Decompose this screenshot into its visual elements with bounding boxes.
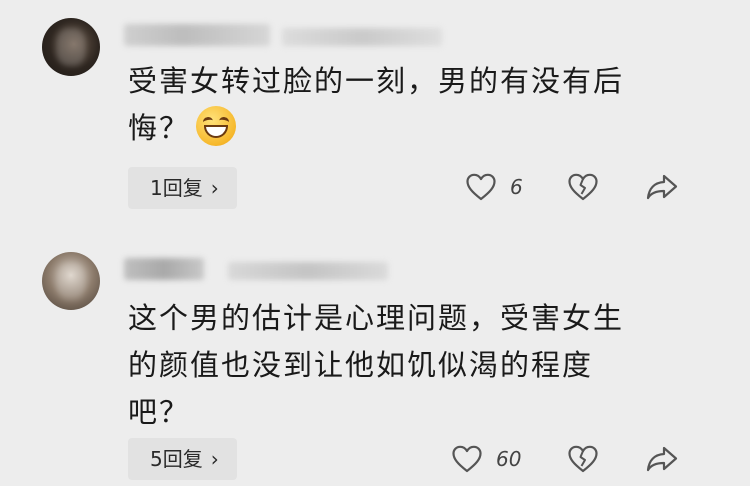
like-count: 6 — [510, 175, 523, 199]
meta-blurred — [228, 262, 388, 280]
dislike-button[interactable] — [568, 445, 598, 473]
avatar-blur — [56, 28, 86, 66]
comment-item: 这个男的估计是心理问题，受害女生 的颜值也没到让他如饥似渴的程度 吧？ 5回复 ›… — [0, 240, 750, 486]
comment-line-text: 悔？ — [128, 111, 191, 145]
chevron-right-icon: › — [210, 176, 219, 200]
like-button[interactable]: 60 — [452, 445, 521, 473]
laughing-emoji-icon — [196, 106, 237, 146]
comment-line: 受害女转过脸的一刻，男的有没有后 — [128, 64, 625, 98]
user-avatar[interactable] — [42, 252, 100, 310]
reply-count-label: 1回复 — [150, 176, 203, 200]
avatar-blur — [56, 262, 86, 300]
reply-count-label: 5回复 — [150, 447, 203, 471]
username-blurred[interactable] — [124, 24, 270, 46]
view-replies-button[interactable]: 1回复 › — [128, 167, 237, 209]
comment-line: 吧？ — [128, 395, 191, 429]
share-button[interactable] — [646, 173, 678, 201]
comment-line: 的颜值也没到让他如饥似渴的程度 — [128, 348, 594, 382]
like-count: 60 — [496, 447, 522, 471]
comment-item: 受害女转过脸的一刻，男的有没有后 悔？ 1回复 › 6 — [0, 0, 750, 240]
share-arrow-icon — [646, 446, 678, 472]
like-button[interactable]: 6 — [466, 173, 523, 201]
heart-icon — [466, 173, 496, 201]
user-avatar[interactable] — [42, 18, 100, 76]
view-replies-button[interactable]: 5回复 › — [128, 438, 237, 480]
dislike-button[interactable] — [568, 173, 598, 201]
meta-blurred — [282, 28, 442, 46]
comment-text: 受害女转过脸的一刻，男的有没有后 悔？ — [128, 58, 624, 152]
comment-line: 这个男的估计是心理问题，受害女生 — [128, 301, 625, 335]
heart-icon — [452, 445, 482, 473]
share-arrow-icon — [646, 174, 678, 200]
username-blurred[interactable] — [124, 258, 204, 280]
comment-line: 悔？ — [128, 105, 624, 152]
chevron-right-icon: › — [210, 447, 219, 471]
broken-heart-icon — [568, 173, 598, 201]
comment-text: 这个男的估计是心理问题，受害女生 的颜值也没到让他如饥似渴的程度 吧？ — [128, 295, 624, 436]
share-button[interactable] — [646, 445, 678, 473]
broken-heart-icon — [568, 445, 598, 473]
